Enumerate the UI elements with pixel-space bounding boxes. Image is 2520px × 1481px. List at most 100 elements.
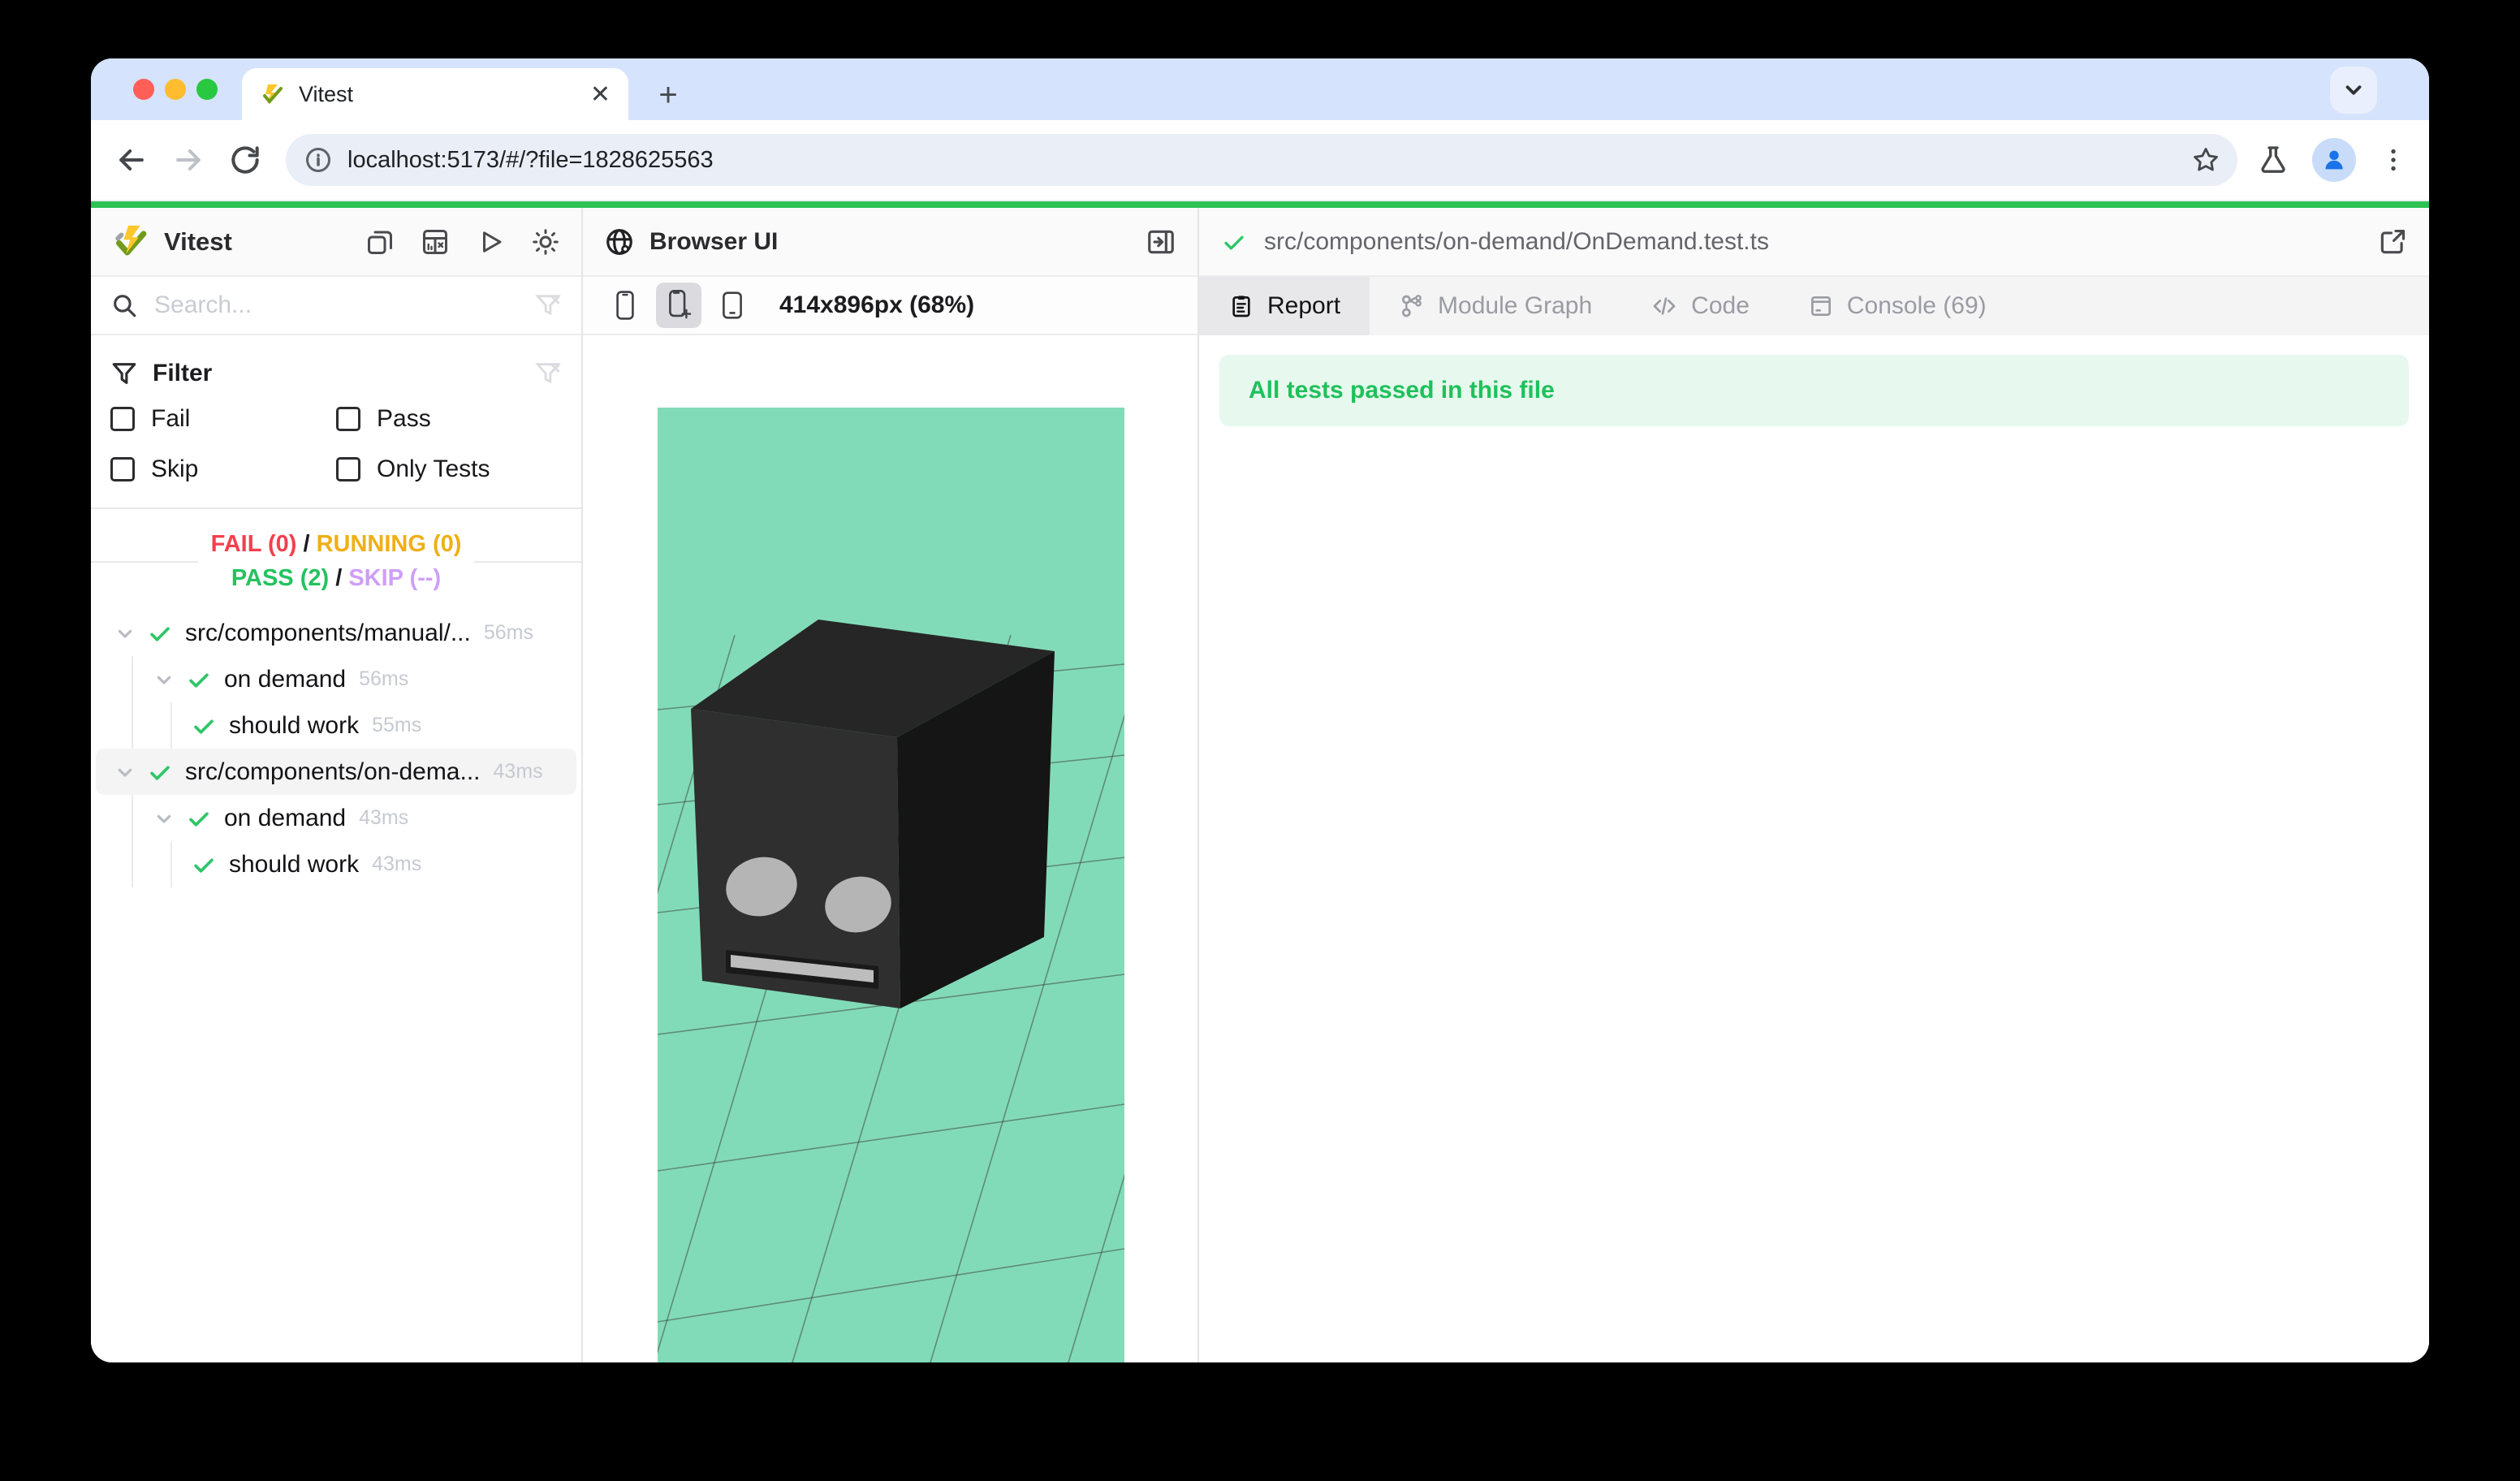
viewport-preset-tablet-button[interactable] [710, 283, 755, 328]
report-tab-bar: Report Module Graph Co [1199, 277, 2429, 335]
tree-file-row[interactable]: src/components/manual/... 56ms [96, 610, 576, 656]
search-icon [110, 291, 138, 319]
kebab-menu-icon[interactable] [2379, 145, 2408, 175]
fail-count: FAIL (0) [211, 531, 297, 557]
search-input[interactable] [154, 291, 534, 319]
checkbox[interactable] [336, 457, 360, 481]
tree-guide [132, 795, 133, 841]
tab-search-button[interactable] [2330, 67, 2377, 114]
tab-module-graph[interactable]: Module Graph [1370, 277, 1621, 335]
new-tab-button[interactable]: + [649, 76, 687, 114]
code-icon [1651, 293, 1678, 319]
zoom-window-button[interactable] [196, 79, 218, 100]
tree-guide [132, 841, 133, 887]
report-content: All tests passed in this file [1199, 335, 2429, 1362]
desktop: Vitest ✕ + localhost:5173/#/?file=182862… [0, 0, 2520, 1481]
checkbox[interactable] [110, 407, 135, 431]
file-report-panel: src/components/on-demand/OnDemand.test.t… [1199, 208, 2429, 1362]
filter-title: Filter [153, 360, 534, 387]
tree-file-row-selected[interactable]: src/components/on-dema... 43ms [96, 749, 576, 795]
forward-button[interactable] [169, 140, 208, 179]
vitest-logo-icon [112, 223, 149, 261]
tree-suite-row[interactable]: on demand 56ms [96, 656, 576, 702]
reload-button[interactable] [226, 140, 265, 179]
dashboard-button[interactable] [421, 227, 450, 257]
all-passed-banner: All tests passed in this file [1219, 355, 2409, 426]
close-window-button[interactable] [133, 79, 154, 100]
tree-guide [132, 702, 133, 749]
file-header: src/components/on-demand/OnDemand.test.t… [1199, 208, 2429, 277]
theme-toggle-sun-icon[interactable] [531, 227, 560, 257]
browser-toolbar: localhost:5173/#/?file=1828625563 [91, 120, 2429, 201]
experiments-flask-icon[interactable] [2257, 144, 2289, 176]
bookmark-star-icon[interactable] [2190, 145, 2221, 175]
external-link-icon [2377, 227, 2408, 257]
profile-avatar[interactable] [2312, 138, 2356, 182]
minimize-window-button[interactable] [165, 79, 186, 100]
chevron-down-icon[interactable] [112, 620, 138, 646]
module-graph-icon [1399, 293, 1425, 319]
tree-guide [132, 656, 133, 702]
sidebar-header: Vitest [91, 208, 581, 277]
clear-search-filter-icon[interactable] [534, 291, 562, 319]
tree-test-row[interactable]: should work 43ms [96, 841, 576, 887]
open-in-editor-button[interactable] [2377, 227, 2408, 257]
filter-checkbox-fail[interactable]: Fail [110, 405, 336, 433]
pass-check-icon [190, 851, 218, 879]
tested-app-viewport[interactable] [658, 408, 1124, 1362]
toolbar-actions [2257, 138, 2408, 182]
file-path: src/components/on-demand/OnDemand.test.t… [1264, 228, 2377, 256]
tree-test-row[interactable]: should work 55ms [96, 702, 576, 749]
filter-checkbox-only-tests[interactable]: Only Tests [336, 456, 562, 483]
report-clipboard-icon [1228, 293, 1254, 319]
chevron-down-icon[interactable] [112, 759, 138, 785]
tree-guide [170, 702, 172, 749]
test-progress-bar [91, 201, 2429, 208]
tab-title: Vitest [299, 82, 590, 107]
pass-count: PASS (2) [231, 565, 329, 591]
dock-panel-button[interactable] [1146, 227, 1176, 257]
pass-check-icon [185, 805, 213, 832]
search-row [91, 277, 581, 335]
browser-window: Vitest ✕ + localhost:5173/#/?file=182862… [91, 58, 2429, 1362]
globe-icon [604, 227, 635, 257]
test-summary: FAIL (0) / RUNNING (0) PASS (2) / SKIP (… [91, 527, 581, 595]
chevron-down-icon [2341, 78, 2366, 102]
clear-filter-icon[interactable] [534, 360, 562, 387]
collapse-tests-button[interactable] [365, 227, 395, 257]
preview-stage [583, 335, 1197, 1362]
tab-strip: Vitest ✕ + [91, 58, 2429, 120]
pass-check-icon [146, 758, 174, 786]
browser-tab[interactable]: Vitest ✕ [242, 68, 628, 120]
close-tab-icon[interactable]: ✕ [590, 80, 611, 109]
viewport-preset-small-button[interactable] [602, 283, 648, 328]
chevron-down-icon[interactable] [151, 805, 177, 831]
checkbox[interactable] [336, 407, 360, 431]
url-text[interactable]: localhost:5173/#/?file=1828625563 [347, 147, 2190, 174]
address-bar[interactable]: localhost:5173/#/?file=1828625563 [286, 134, 2237, 186]
browser-ui-panel: Browser UI 414x896px (68%) [583, 208, 1199, 1362]
tree-suite-row[interactable]: on demand 43ms [96, 795, 576, 841]
checkbox[interactable] [110, 457, 135, 481]
vitest-app: Vitest [91, 208, 2429, 1362]
traffic-lights [133, 79, 218, 100]
site-info-icon[interactable] [304, 145, 333, 175]
skip-count: SKIP (--) [348, 565, 441, 591]
browser-ui-title: Browser UI [649, 228, 1146, 256]
tab-console[interactable]: Console (69) [1779, 277, 2016, 335]
rerun-all-button[interactable] [476, 227, 505, 257]
back-button[interactable] [112, 140, 151, 179]
filter-checkbox-skip[interactable]: Skip [110, 456, 336, 483]
viewport-size-label: 414x896px (68%) [779, 291, 974, 319]
funnel-icon [110, 360, 138, 387]
chevron-down-icon[interactable] [151, 667, 177, 693]
tab-code[interactable]: Code [1621, 277, 1779, 335]
filter-checkbox-pass[interactable]: Pass [336, 405, 562, 433]
robot-cube [691, 620, 1055, 1008]
viewport-preset-large-button[interactable] [656, 283, 701, 328]
app-title: Vitest [164, 227, 365, 257]
pass-check-icon [1220, 228, 1248, 256]
tab-report[interactable]: Report [1199, 277, 1370, 335]
filter-panel: Filter Fail Pass [91, 335, 581, 509]
pass-check-icon [190, 712, 218, 740]
